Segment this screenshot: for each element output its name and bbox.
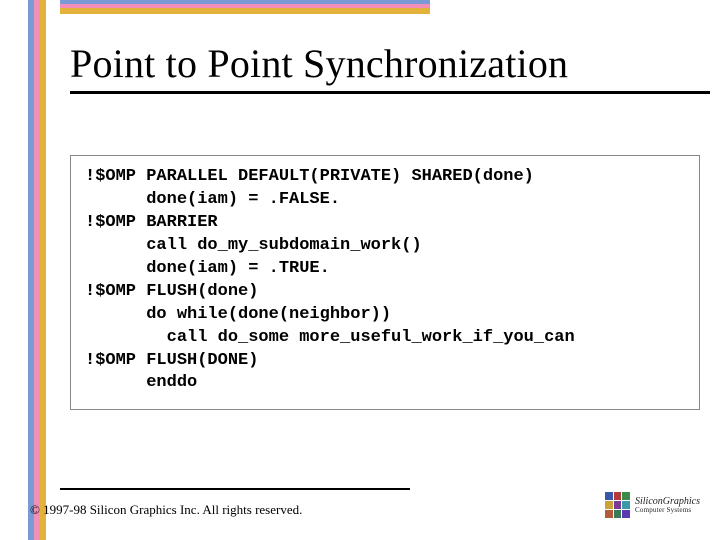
- sgi-logo: SiliconGraphics Computer Systems: [605, 488, 700, 522]
- code-line: do while(done(neighbor)): [85, 305, 391, 324]
- code-line: call do_some more_useful_work_if_you_can: [85, 328, 575, 347]
- left-decorative-stripe: [28, 0, 46, 540]
- code-line: !$OMP FLUSH(DONE): [85, 351, 258, 370]
- sgi-logo-text: SiliconGraphics Computer Systems: [635, 497, 700, 514]
- logo-name: SiliconGraphics: [635, 496, 700, 507]
- slide: Point to Point Synchronization !$OMP PAR…: [0, 0, 720, 540]
- slide-title: Point to Point Synchronization: [70, 40, 700, 87]
- stripe-gold: [40, 0, 46, 540]
- code-line: done(iam) = .TRUE.: [85, 259, 330, 278]
- code-line: done(iam) = .FALSE.: [85, 190, 340, 209]
- footer-rule: [60, 488, 410, 490]
- band-gold: [60, 8, 430, 14]
- logo-subtitle: Computer Systems: [635, 507, 700, 514]
- title-block: Point to Point Synchronization: [70, 40, 700, 94]
- title-underline: [70, 91, 710, 94]
- copyright-text: © 1997-98 Silicon Graphics Inc. All righ…: [30, 502, 302, 518]
- sgi-cube-icon: [605, 492, 630, 518]
- code-line: enddo: [85, 373, 197, 392]
- top-decorative-band: [60, 0, 430, 14]
- code-line: !$OMP PARALLEL DEFAULT(PRIVATE) SHARED(d…: [85, 167, 534, 186]
- code-line: !$OMP FLUSH(done): [85, 282, 258, 301]
- code-listing: !$OMP PARALLEL DEFAULT(PRIVATE) SHARED(d…: [70, 155, 700, 410]
- code-line: !$OMP BARRIER: [85, 213, 218, 232]
- code-line: call do_my_subdomain_work(): [85, 236, 422, 255]
